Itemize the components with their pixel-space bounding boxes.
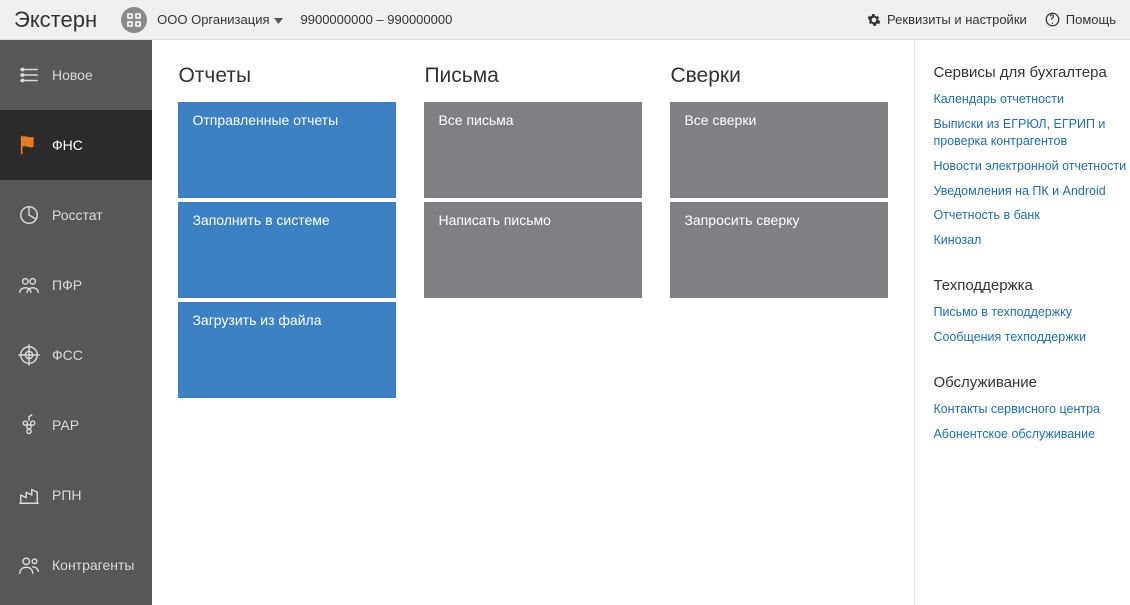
content: Отчеты Отправленные отчеты Заполнить в с…: [152, 40, 914, 605]
lines-icon: [18, 64, 40, 86]
sidebar-item-fss[interactable]: ФСС: [0, 320, 152, 390]
rp-link[interactable]: Выписки из ЕГРЮЛ, ЕГРИП и проверка контр…: [933, 116, 1130, 150]
tile-request-check[interactable]: Запросить сверку: [670, 202, 888, 298]
rp-link[interactable]: Уведомления на ПК и Android: [933, 183, 1130, 200]
rp-link[interactable]: Календарь отчетности: [933, 91, 1130, 108]
sidebar-item-label: Новое: [52, 67, 93, 83]
sidebar-item-label: РАР: [52, 417, 79, 433]
rp-title: Сервисы для бухгалтера: [933, 64, 1130, 81]
sidebar-item-rar[interactable]: РАР: [0, 390, 152, 460]
tile-write-letter[interactable]: Написать письмо: [424, 202, 642, 298]
rp-link[interactable]: Письмо в техподдержку: [933, 304, 1130, 321]
sidebar-item-counterparties[interactable]: Контрагенты: [0, 530, 152, 600]
rp-support: Техподдержка Письмо в техподдержку Сообщ…: [933, 277, 1130, 346]
column-letters: Письма Все письма Написать письмо: [424, 64, 642, 402]
sidebar-item-fns[interactable]: ФНС: [0, 110, 152, 180]
tile-load-from-file[interactable]: Загрузить из файла: [178, 302, 396, 398]
tile-sent-reports[interactable]: Отправленные отчеты: [178, 102, 396, 198]
help-icon: [1045, 12, 1060, 27]
rp-link[interactable]: Отчетность в банк: [933, 207, 1130, 224]
target-icon: [18, 344, 40, 366]
org-name[interactable]: ООО Организация: [157, 12, 269, 27]
rp-link[interactable]: Сообщения техподдержки: [933, 329, 1130, 346]
rp-title: Техподдержка: [933, 277, 1130, 294]
column-checks: Сверки Все сверки Запросить сверку: [670, 64, 888, 402]
sidebar-item-label: Контрагенты: [52, 557, 134, 573]
rp-title: Обслуживание: [933, 374, 1130, 391]
team-icon: [18, 554, 40, 576]
org-switcher-button[interactable]: [121, 7, 147, 33]
chevron-down-icon[interactable]: [274, 12, 283, 27]
sidebar-item-label: РПН: [52, 487, 82, 503]
sidebar-item-label: Росстат: [52, 207, 103, 223]
rp-service: Обслуживание Контакты сервисного центра …: [933, 374, 1130, 443]
sidebar-item-rpn[interactable]: РПН: [0, 460, 152, 530]
help-link[interactable]: Помощь: [1045, 12, 1116, 27]
right-pane: Сервисы для бухгалтера Календарь отчетно…: [914, 40, 1130, 605]
gear-icon: [867, 13, 881, 27]
app-brand: Экстерн: [14, 7, 97, 33]
grapes-icon: [18, 414, 40, 436]
settings-link[interactable]: Реквизиты и настройки: [867, 12, 1027, 27]
sidebar-item-rosstat[interactable]: Росстат: [0, 180, 152, 250]
tile-all-letters[interactable]: Все письма: [424, 102, 642, 198]
column-title: Сверки: [670, 64, 888, 88]
org-id-range: 9900000000 – 990000000: [301, 12, 453, 27]
rp-link[interactable]: Абонентское обслуживание: [933, 426, 1130, 443]
factory-icon: [18, 484, 40, 506]
people-icon: [18, 274, 40, 296]
tile-all-checks[interactable]: Все сверки: [670, 102, 888, 198]
sidebar-item-new[interactable]: Новое: [0, 40, 152, 110]
rp-link[interactable]: Новости электронной отчетности: [933, 158, 1130, 175]
column-title: Письма: [424, 64, 642, 88]
grid-icon: [127, 13, 141, 27]
flag-icon: [18, 134, 40, 156]
rp-services: Сервисы для бухгалтера Календарь отчетно…: [933, 64, 1130, 249]
piechart-icon: [18, 204, 40, 226]
sidebar-item-label: ПФР: [52, 277, 82, 293]
tile-fill-in-system[interactable]: Заполнить в системе: [178, 202, 396, 298]
main-area: Отчеты Отправленные отчеты Заполнить в с…: [152, 40, 1130, 605]
topbar: Экстерн ООО Организация 9900000000 – 990…: [0, 0, 1130, 40]
sidebar: Новое ФНС Росстат ПФР ФСС: [0, 40, 152, 605]
column-reports: Отчеты Отправленные отчеты Заполнить в с…: [178, 64, 396, 402]
rp-link[interactable]: Контакты сервисного центра: [933, 401, 1130, 418]
column-title: Отчеты: [178, 64, 396, 88]
sidebar-item-pfr[interactable]: ПФР: [0, 250, 152, 320]
sidebar-item-label: ФНС: [52, 137, 83, 153]
rp-link[interactable]: Кинозал: [933, 232, 1130, 249]
sidebar-item-label: ФСС: [52, 347, 83, 363]
